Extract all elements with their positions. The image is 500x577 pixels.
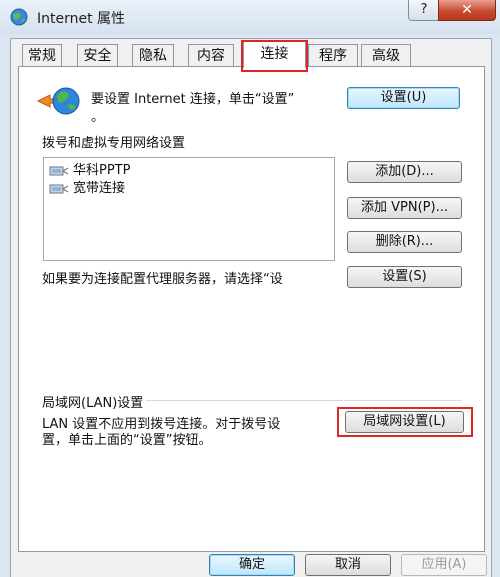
tab-content[interactable]: 内容 xyxy=(188,44,234,66)
close-button[interactable]: ✕ xyxy=(438,0,496,21)
network-connection-icon xyxy=(49,184,69,194)
tab-privacy[interactable]: 隐私 xyxy=(132,44,174,66)
add-button[interactable]: 添加(D)... xyxy=(347,161,462,183)
internet-globe-icon xyxy=(10,8,28,26)
tab-highlight-box xyxy=(241,40,308,72)
lan-description-continued: 置，单击上面的“设置”按钮。 xyxy=(42,433,212,448)
tab-programs[interactable]: 程序 xyxy=(308,44,358,66)
setup-button[interactable]: 设置(U) xyxy=(347,87,460,109)
title-bar: Internet 属性 ? ✕ xyxy=(0,0,500,34)
dialup-settings-button[interactable]: 设置(S) xyxy=(347,266,462,288)
connections-list[interactable]: 华科PPTP 宽带连接 xyxy=(43,157,335,261)
setup-description: 要设置 Internet 连接，单击“设置” xyxy=(91,92,295,107)
lan-group-divider xyxy=(146,400,462,401)
dialup-heading: 拨号和虚拟专用网络设置 xyxy=(42,136,186,151)
lan-highlight-box xyxy=(337,407,473,437)
network-connection-icon xyxy=(49,166,69,176)
tab-advanced[interactable]: 高级 xyxy=(361,44,411,66)
help-button[interactable]: ? xyxy=(408,0,440,21)
connection-name: 宽带连接 xyxy=(73,181,126,196)
tab-general[interactable]: 常规 xyxy=(22,44,62,66)
connection-globe-icon xyxy=(36,87,80,115)
window-title: Internet 属性 xyxy=(37,11,126,27)
setup-description-continued: 。 xyxy=(91,110,105,125)
tab-security[interactable]: 安全 xyxy=(77,44,118,66)
remove-button[interactable]: 删除(R)... xyxy=(347,231,462,253)
proxy-description: 如果要为连接配置代理服务器，请选择“设 xyxy=(42,272,283,287)
cancel-button[interactable]: 取消 xyxy=(305,554,391,576)
apply-button[interactable]: 应用(A) xyxy=(401,554,487,576)
add-vpn-button[interactable]: 添加 VPN(P)... xyxy=(347,197,462,219)
lan-heading: 局域网(LAN)设置 xyxy=(42,396,144,411)
ok-button[interactable]: 确定 xyxy=(209,554,295,576)
connection-name: 华科PPTP xyxy=(73,163,131,178)
